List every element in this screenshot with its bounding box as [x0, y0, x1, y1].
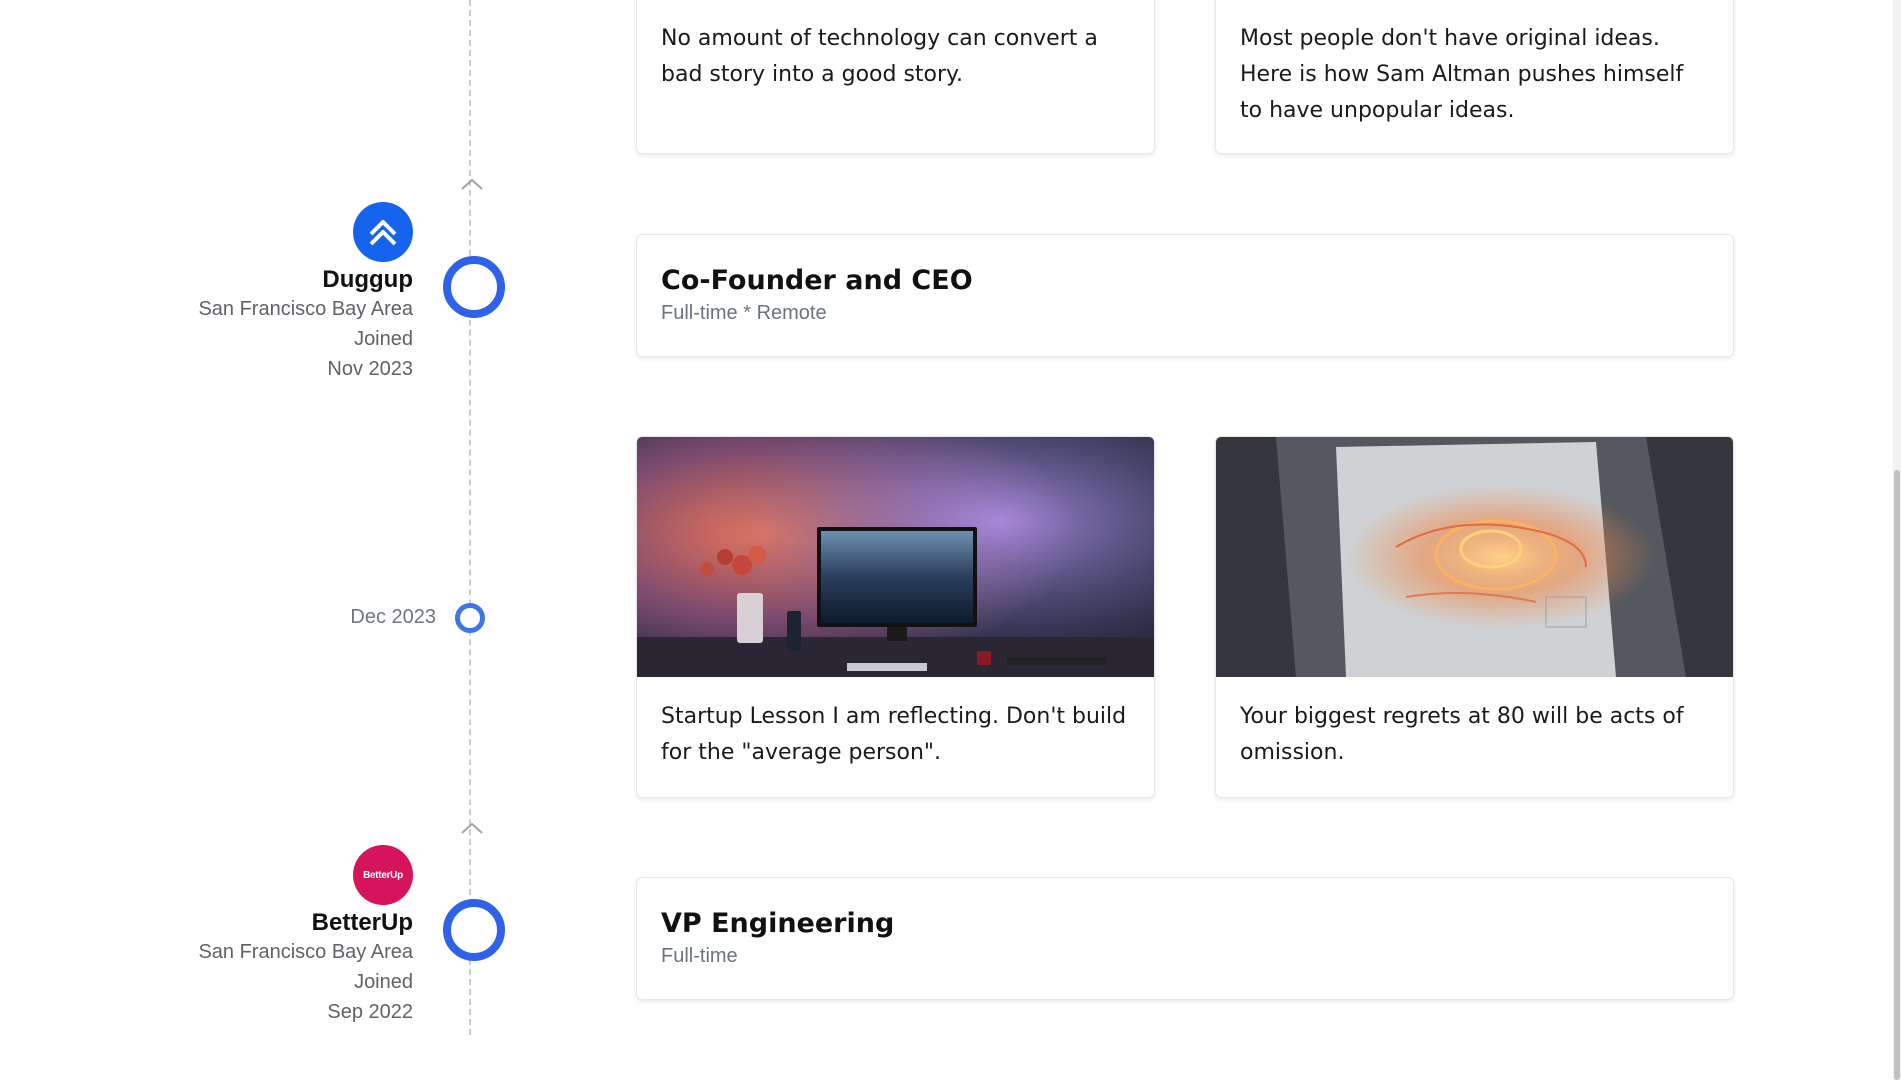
- neon-map-image: [1216, 437, 1733, 677]
- company-location: San Francisco Bay Area: [198, 941, 413, 963]
- joined-label: Joined: [354, 328, 413, 350]
- betterup-logo-text: BetterUp: [363, 869, 403, 881]
- scrollbar-thumb[interactable]: [1894, 470, 1900, 1080]
- post-text: Startup Lesson I am reflecting. Don't bu…: [661, 704, 1127, 765]
- role-meta: Full-time: [661, 945, 738, 967]
- role-meta: Full-time * Remote: [661, 302, 827, 324]
- timeline-date: Dec 2023: [350, 606, 436, 628]
- post-card[interactable]: No amount of technology can convert a ba…: [636, 0, 1155, 154]
- company-name[interactable]: BetterUp: [153, 909, 413, 937]
- page-scrollbar[interactable]: [1893, 0, 1901, 1080]
- timeline-marker: [443, 256, 505, 318]
- post-image[interactable]: [637, 437, 1154, 677]
- post-text: Most people don't have original ideas. H…: [1240, 26, 1684, 123]
- profile-timeline-page: No amount of technology can convert a ba…: [0, 0, 1901, 1080]
- timeline-marker: [443, 899, 505, 961]
- betterup-logo[interactable]: BetterUp: [353, 845, 413, 905]
- timeline-line: [469, 0, 471, 1035]
- role-title: VP Engineering: [661, 908, 895, 939]
- duggup-logo[interactable]: [353, 202, 413, 262]
- timeline-marker-small: [455, 603, 485, 633]
- joined-date: Nov 2023: [327, 358, 413, 380]
- company-name[interactable]: Duggup: [153, 266, 413, 294]
- joined-label: Joined: [354, 971, 413, 993]
- double-chevron-up-icon: [369, 220, 397, 246]
- post-text: No amount of technology can convert a ba…: [661, 26, 1098, 87]
- collapse-chevron-icon[interactable]: [459, 176, 485, 192]
- post-card[interactable]: Startup Lesson I am reflecting. Don't bu…: [636, 436, 1155, 798]
- joined-date: Sep 2022: [327, 1001, 413, 1023]
- role-card[interactable]: Co-Founder and CEO Full-time * Remote: [636, 234, 1734, 357]
- role-card[interactable]: VP Engineering Full-time: [636, 877, 1734, 1000]
- company-info-betterup: BetterUp BetterUp San Francisco Bay Area…: [153, 845, 413, 1027]
- post-text: Your biggest regrets at 80 will be acts …: [1240, 704, 1684, 765]
- collapse-chevron-icon[interactable]: [459, 820, 485, 836]
- company-location: San Francisco Bay Area: [198, 298, 413, 320]
- company-info-duggup: Duggup San Francisco Bay Area Joined Nov…: [153, 202, 413, 384]
- post-image[interactable]: [1216, 437, 1733, 677]
- post-card[interactable]: Most people don't have original ideas. H…: [1215, 0, 1734, 154]
- post-card[interactable]: Your biggest regrets at 80 will be acts …: [1215, 436, 1734, 798]
- role-title: Co-Founder and CEO: [661, 265, 973, 296]
- desk-setup-image: [637, 437, 1154, 677]
